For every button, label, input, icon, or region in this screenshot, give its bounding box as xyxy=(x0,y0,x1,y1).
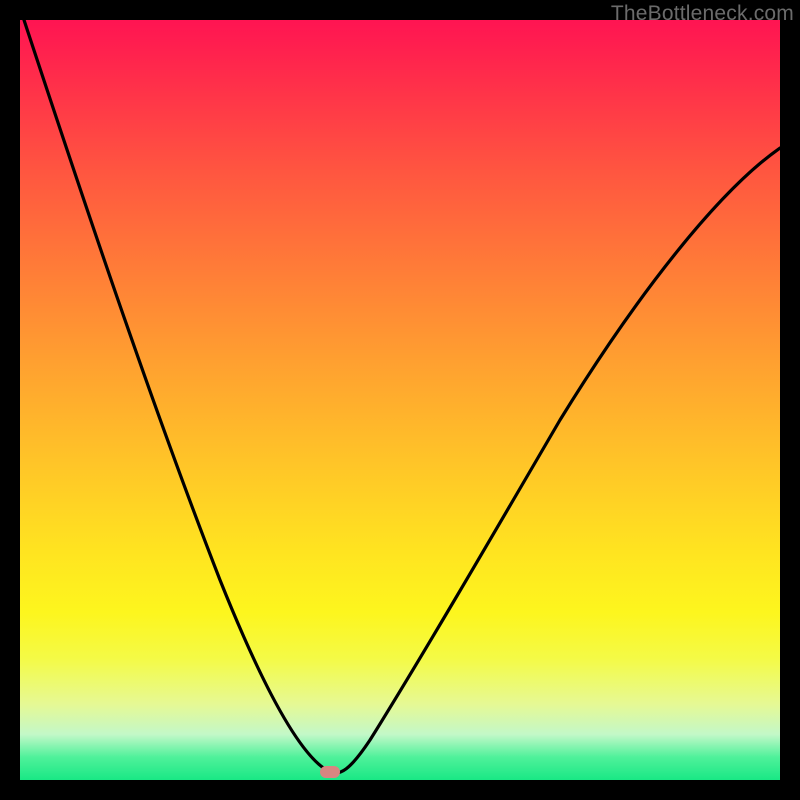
optimal-point-marker xyxy=(320,766,340,778)
watermark-text: TheBottleneck.com xyxy=(611,2,794,26)
bottleneck-curve xyxy=(20,20,780,780)
chart-plot-area xyxy=(20,20,780,780)
curve-path xyxy=(24,20,780,773)
